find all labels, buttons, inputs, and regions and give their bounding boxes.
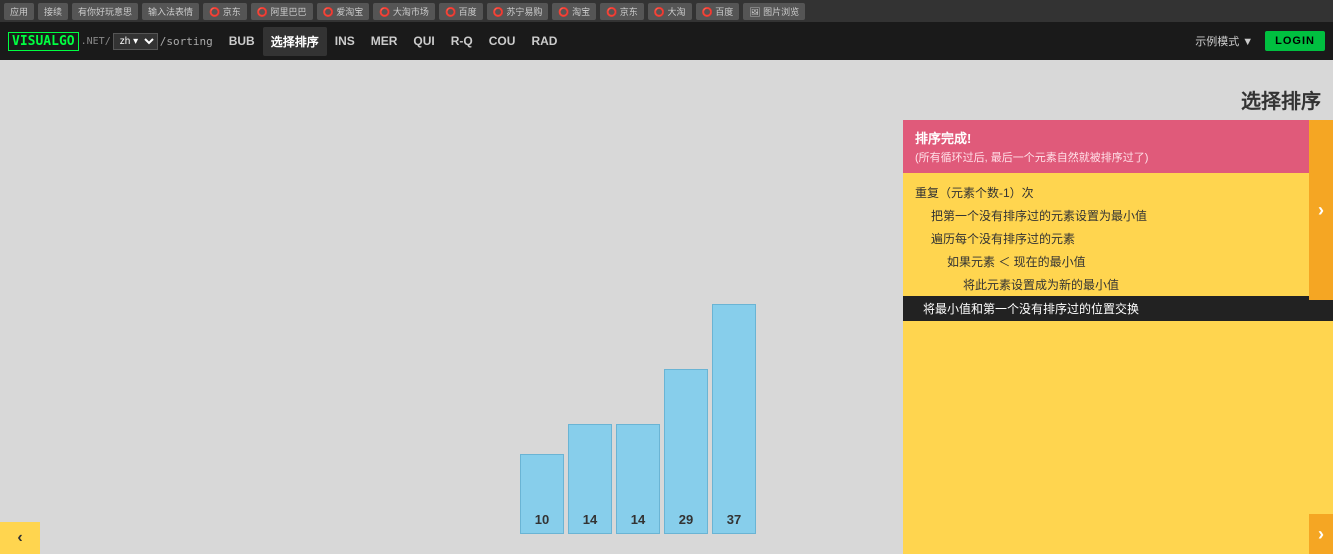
algo-line-5[interactable]: 将最小值和第一个没有排序过的位置交换 [903, 296, 1333, 321]
status-title: 排序完成! [915, 128, 1321, 147]
browser-bar: 应用 接续 有你好玩意思 输入法表情 ⭕ 京东 ⭕ 阿里巴巴 ⭕ 爱淘宝 ⭕ 大… [0, 0, 1333, 22]
nav-bar: VISUALGO .NET/ zh ▾ en /sorting BUB 选择排序… [0, 22, 1333, 60]
nav-rq[interactable]: R-Q [443, 28, 481, 54]
bottom-left-arrow[interactable]: ‹ [0, 522, 40, 554]
bar-2: 14 [568, 424, 612, 534]
bar-4: 29 [664, 369, 708, 534]
browser-tab-14[interactable]: ⭕ 百度 [696, 3, 740, 20]
browser-tab-7[interactable]: ⭕ 爱淘宝 [317, 3, 370, 20]
browser-tab-12[interactable]: ⭕ 京东 [600, 3, 644, 20]
nav-qui[interactable]: QUI [405, 28, 442, 54]
right-arrow-bottom[interactable]: › [1309, 514, 1333, 554]
browser-tab-2[interactable]: 接续 [38, 3, 68, 20]
bars-container: 10 14 14 29 37 [520, 304, 756, 534]
bar-rect-2: 14 [568, 424, 612, 534]
logo[interactable]: VISUALGO [8, 32, 79, 51]
nav-rad[interactable]: RAD [523, 28, 565, 54]
right-arrow-top[interactable]: › [1309, 120, 1333, 300]
algo-line-0[interactable]: 重复（元素个数-1）次 [915, 181, 1321, 204]
right-panel: 选择排序 排序完成! (所有循环过后, 最后一个元素自然就被排序过了) 重复（元… [903, 60, 1333, 554]
lang-select[interactable]: zh ▾ en [113, 33, 158, 50]
algo-line-2[interactable]: 遍历每个没有排序过的元素 [915, 227, 1321, 250]
nav-ins[interactable]: INS [327, 28, 363, 54]
status-box: 排序完成! (所有循环过后, 最后一个元素自然就被排序过了) [903, 120, 1333, 173]
logo-suffix: .NET/ [81, 36, 111, 47]
nav-mer[interactable]: MER [363, 28, 406, 54]
status-sub: (所有循环过后, 最后一个元素自然就被排序过了) [915, 149, 1321, 165]
browser-tab-6[interactable]: ⭕ 阿里巴巴 [251, 3, 313, 20]
nav-selection-sort[interactable]: 选择排序 [263, 27, 327, 56]
bar-value-2: 14 [583, 510, 597, 529]
bar-rect-5: 37 [712, 304, 756, 534]
browser-tab-3[interactable]: 有你好玩意思 [72, 3, 138, 20]
bar-value-4: 29 [679, 510, 693, 529]
browser-tab-15[interactable]: 🖼 图片浏览 [743, 3, 805, 20]
browser-tab-11[interactable]: ⭕ 淘宝 [552, 3, 596, 20]
example-mode[interactable]: 示例模式 ▼ [1195, 33, 1253, 49]
browser-tab-13[interactable]: ⭕ 大淘 [648, 3, 692, 20]
title-area: 选择排序 [903, 60, 1333, 120]
bar-3: 14 [616, 424, 660, 534]
algo-line-4[interactable]: 将此元素设置成为新的最小值 [915, 273, 1321, 296]
bar-5: 37 [712, 304, 756, 534]
browser-tab-4[interactable]: 输入法表情 [142, 3, 199, 20]
algo-line-3[interactable]: 如果元素 ＜ 现在的最小值 [915, 250, 1321, 273]
algo-content: 重复（元素个数-1）次 把第一个没有排序过的元素设置为最小值 遍历每个没有排序过… [903, 173, 1333, 554]
algo-line-1[interactable]: 把第一个没有排序过的元素设置为最小值 [915, 204, 1321, 227]
login-button[interactable]: LOGIN [1265, 31, 1325, 51]
browser-tab-10[interactable]: ⭕ 苏宁易购 [487, 3, 549, 20]
nav-bub[interactable]: BUB [221, 28, 263, 54]
page-title: 选择排序 [1241, 85, 1321, 114]
browser-tab-9[interactable]: ⭕ 百度 [439, 3, 483, 20]
path-text: /sorting [160, 35, 213, 48]
chart-area: 10 14 14 29 37 [0, 60, 903, 554]
algo-panel: 排序完成! (所有循环过后, 最后一个元素自然就被排序过了) 重复（元素个数-1… [903, 120, 1333, 554]
bar-rect-1: 10 [520, 454, 564, 534]
bar-rect-4: 29 [664, 369, 708, 534]
bar-value-3: 14 [631, 510, 645, 529]
bar-value-5: 37 [727, 510, 741, 529]
bar-value-1: 10 [535, 510, 549, 529]
browser-tab-5[interactable]: ⭕ 京东 [203, 3, 247, 20]
bar-1: 10 [520, 454, 564, 534]
browser-tab-1[interactable]: 应用 [4, 3, 34, 20]
nav-cou[interactable]: COU [481, 28, 524, 54]
browser-tab-8[interactable]: ⭕ 大淘市场 [373, 3, 435, 20]
main-content: 10 14 14 29 37 [0, 60, 1333, 554]
bar-rect-3: 14 [616, 424, 660, 534]
